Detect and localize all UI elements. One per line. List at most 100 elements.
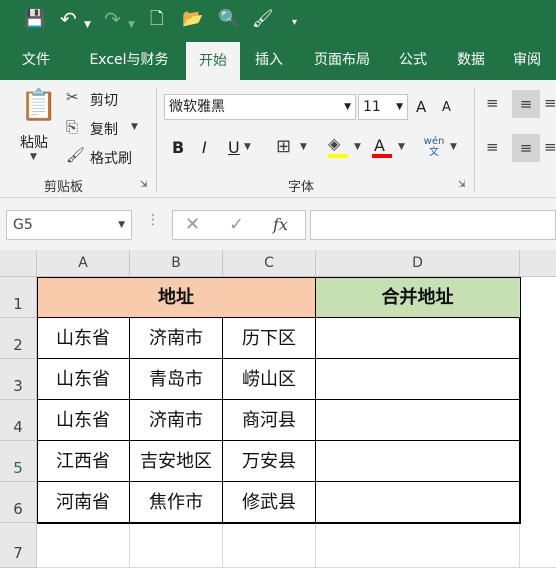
row-header-4[interactable]: 4 [0, 400, 37, 441]
cell-a6[interactable]: 河南省 [37, 482, 130, 523]
align-top-icon[interactable]: ≡ [486, 94, 499, 112]
cell-b6[interactable]: 焦作市 [130, 482, 223, 523]
font-color-dropdown-icon[interactable]: ▼ [398, 142, 405, 152]
cancel-icon[interactable]: ✕ [185, 214, 200, 235]
cell-b7[interactable] [130, 523, 223, 568]
format-painter-button[interactable]: 格式刷 [90, 148, 132, 168]
undo-icon[interactable]: ↶ [60, 8, 77, 30]
redo-dropdown-icon[interactable]: ▼ [128, 14, 135, 36]
cell-b4[interactable]: 济南市 [130, 400, 223, 441]
column-e-cells[interactable] [520, 277, 556, 568]
print-preview-icon[interactable]: 🔍 [218, 8, 239, 30]
cell-d6[interactable] [316, 482, 520, 523]
column-header-e[interactable] [520, 250, 556, 277]
scissors-icon[interactable]: ✂ [66, 88, 79, 106]
tab-review[interactable]: 审阅 [502, 40, 552, 80]
cell-a4[interactable]: 山东省 [37, 400, 130, 441]
row-header-6[interactable]: 6 [0, 482, 37, 523]
column-header-c[interactable]: C [223, 250, 316, 277]
copy-dropdown-icon[interactable]: ▼ [131, 122, 138, 132]
phonetic-icon[interactable]: wén 文 [422, 136, 446, 158]
insert-function-button[interactable]: fx [273, 215, 288, 234]
copy-icon[interactable]: ⎘ [66, 118, 78, 136]
tab-page-layout[interactable]: 页面布局 [302, 40, 382, 80]
paste-dropdown-icon[interactable]: ▼ [30, 152, 37, 162]
cell-c2[interactable]: 历下区 [223, 318, 316, 359]
align-center-icon[interactable]: ≡ [512, 134, 540, 162]
cell-a1-merged-header[interactable]: 地址 [37, 277, 316, 318]
cut-button[interactable]: 剪切 [90, 90, 118, 110]
name-box[interactable]: G5 ▼ [6, 210, 132, 240]
column-header-b[interactable]: B [130, 250, 223, 277]
tab-insert[interactable]: 插入 [244, 40, 294, 80]
cell-c7[interactable] [223, 523, 316, 568]
copy-button[interactable]: 复制 [90, 119, 118, 139]
cell-b5[interactable]: 吉安地区 [130, 441, 223, 482]
cell-d2[interactable] [316, 318, 520, 359]
cell-c6[interactable]: 修武县 [223, 482, 316, 523]
bold-button[interactable]: B [172, 138, 184, 157]
cell-d3[interactable] [316, 359, 520, 400]
format-painter-qat-icon[interactable]: 🖌 [252, 8, 274, 30]
grow-font-icon[interactable]: A [416, 98, 426, 116]
row-header-1[interactable]: 1 [0, 277, 37, 318]
font-size-box[interactable]: 11 ▼ [358, 94, 408, 120]
cell-a2[interactable]: 山东省 [37, 318, 130, 359]
font-name-box[interactable]: 微软雅黑 ▼ [164, 94, 356, 120]
column-header-d[interactable]: D [316, 250, 520, 277]
name-box-dropdown-icon[interactable]: ▼ [118, 211, 125, 239]
cell-c4[interactable]: 商河县 [223, 400, 316, 441]
font-launcher-icon[interactable]: ⇲ [458, 180, 466, 190]
cell-b2[interactable]: 济南市 [130, 318, 223, 359]
open-folder-icon[interactable]: 📂 [182, 8, 203, 30]
cell-c3[interactable]: 崂山区 [223, 359, 316, 400]
cell-c5[interactable]: 万安县 [223, 441, 316, 482]
align-left-icon[interactable]: ≡ [486, 138, 499, 156]
row-header-5[interactable]: 5 [0, 441, 37, 482]
customize-qat-icon[interactable]: ▾ [292, 12, 297, 34]
clipboard-icon[interactable]: 📋 [20, 88, 57, 128]
format-painter-icon[interactable]: 🖌 [66, 146, 85, 164]
tab-formulas[interactable]: 公式 [388, 40, 438, 80]
underline-button[interactable]: U [228, 138, 240, 157]
row-header-7[interactable]: 7 [0, 523, 37, 568]
italic-button[interactable]: I [202, 138, 207, 157]
align-middle-icon[interactable]: ≡ [512, 90, 540, 118]
align-right-icon[interactable]: ≡ [544, 138, 556, 156]
cell-d7[interactable] [316, 523, 520, 568]
row-header-2[interactable]: 2 [0, 318, 37, 359]
fill-color-dropdown-icon[interactable]: ▼ [354, 142, 361, 152]
cell-d1-header[interactable]: 合并地址 [316, 277, 520, 318]
formula-input[interactable] [310, 210, 556, 240]
new-file-icon[interactable]: 🗋 [150, 8, 164, 30]
font-size-dropdown-icon[interactable]: ▼ [396, 95, 403, 119]
redo-icon[interactable]: ↷ [104, 8, 121, 30]
cell-d4[interactable] [316, 400, 520, 441]
fill-color-icon[interactable]: ◈ [328, 134, 340, 153]
cell-a3[interactable]: 山东省 [37, 359, 130, 400]
shrink-font-icon[interactable]: A [442, 100, 451, 115]
row-header-3[interactable]: 3 [0, 359, 37, 400]
font-name-dropdown-icon[interactable]: ▼ [344, 95, 351, 119]
column-header-a[interactable]: A [37, 250, 130, 277]
tab-file[interactable]: 文件 [6, 40, 66, 80]
tab-data[interactable]: 数据 [446, 40, 496, 80]
tab-home[interactable]: 开始 [186, 42, 240, 80]
undo-dropdown-icon[interactable]: ▼ [84, 14, 91, 36]
cell-a5[interactable]: 江西省 [37, 441, 130, 482]
underline-dropdown-icon[interactable]: ▼ [244, 142, 251, 152]
paste-button[interactable]: 粘贴 [20, 132, 48, 152]
save-icon[interactable]: 💾 [24, 8, 45, 30]
clipboard-launcher-icon[interactable]: ⇲ [140, 180, 148, 190]
font-color-icon[interactable]: A [374, 136, 385, 155]
cell-a7[interactable] [37, 523, 130, 568]
select-all-corner[interactable] [0, 250, 37, 277]
border-icon[interactable]: ⊞ [276, 136, 291, 157]
cell-b3[interactable]: 青岛市 [130, 359, 223, 400]
border-dropdown-icon[interactable]: ▼ [300, 142, 307, 152]
cell-d5[interactable] [316, 441, 520, 482]
tab-excel-finance[interactable]: Excel与财务 [76, 40, 182, 80]
phonetic-dropdown-icon[interactable]: ▼ [450, 142, 457, 152]
align-bottom-icon[interactable]: ≡ [544, 94, 556, 112]
enter-icon[interactable]: ✓ [229, 214, 244, 235]
